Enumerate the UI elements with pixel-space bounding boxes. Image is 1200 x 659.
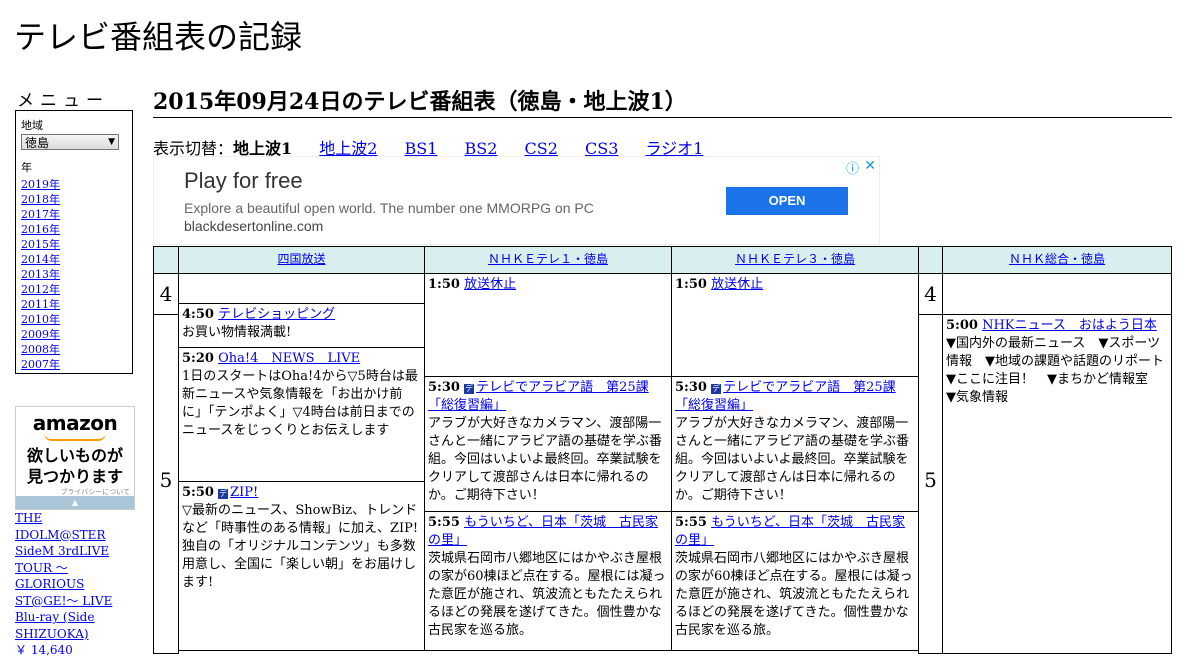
menu-box: 地域 徳島 ▼ 年 2019年 2018年 2017年 2016年 2015年 … — [15, 110, 133, 374]
program-cell-empty — [942, 273, 1172, 315]
program-time: 1:50 — [428, 277, 460, 292]
program-title-link[interactable]: テレビでアラビア語 第25課「総復習編」 — [428, 380, 649, 413]
program-description: 茨城県石岡市八郷地区にはかやぶき屋根の家が60棟ほど点在する。屋根には凝った意匠… — [428, 551, 666, 638]
program-description: アラブが大好きなカメラマン、渡部陽一さんと一緒にアラビア語の基礎を学ぶ番組。今回… — [675, 416, 910, 503]
page-heading: 2015年09月24日のテレビ番組表（徳島・地上波1） — [153, 84, 1172, 118]
product-price: ￥ 14,640 — [15, 643, 73, 657]
program-time: 5:50 — [182, 485, 214, 500]
year-link-2010[interactable]: 2010年 — [21, 313, 60, 326]
channel-link-etele1[interactable]: ＮＨＫＥテレ１・徳島 — [488, 252, 608, 266]
program-title-link[interactable]: 放送休止 — [464, 277, 516, 292]
program-title-link[interactable]: ZIP! — [230, 485, 258, 500]
channel-link-etele3[interactable]: ＮＨＫＥテレ３・徳島 — [735, 252, 855, 266]
data-broadcast-icon: デ — [464, 384, 475, 394]
schedule-grid: 四国放送 ＮＨＫＥテレ１・徳島 ＮＨＫＥテレ３・徳島 ＮＨＫ総合・徳島 4 5 … — [153, 246, 1172, 654]
header-corner-cell-2 — [918, 246, 943, 274]
adchoices-icon[interactable]: ⓘ — [846, 158, 859, 177]
program-cell: 5:20 Oha!4 NEWS LIVE 1日のスタートはOha!4から▽5時台… — [178, 347, 425, 482]
chevron-down-icon: ▼ — [108, 137, 115, 147]
channel-header-4: ＮＨＫ総合・徳島 — [942, 246, 1172, 274]
amazon-ad[interactable]: amazon 欲しいものが 見つかります プライバシーについて ▲ — [15, 406, 135, 510]
program-description: ▽最新のニュース、ShowBiz、トレンドなど「時事性のある情報」に加え、ZIP… — [182, 503, 419, 590]
program-title-link[interactable]: もういちど、日本「茨城 古民家の里」 — [675, 515, 905, 548]
program-time: 5:55 — [675, 515, 707, 530]
banner-ad-open-button[interactable]: OPEN — [726, 187, 848, 215]
banner-ad-description: Explore a beautiful open world. The numb… — [184, 200, 594, 216]
program-cell: 5:50 デ ZIP! ▽最新のニュース、ShowBiz、トレンドなど「時事性のあ… — [178, 481, 425, 651]
program-cell: 5:55 もういちど、日本「茨城 古民家の里」 茨城県石岡市八郷地区にはかやぶき… — [424, 511, 672, 651]
program-cell: 5:30 デテレビでアラビア語 第25課「総復習編」 アラブが大好きなカメラマン… — [671, 376, 919, 512]
channel-link-shikoku[interactable]: 四国放送 — [277, 252, 325, 266]
program-description: お買い物情報満載! — [182, 325, 292, 340]
year-link-2013[interactable]: 2013年 — [21, 268, 60, 281]
year-link-2016[interactable]: 2016年 — [21, 223, 60, 236]
year-link-2012[interactable]: 2012年 — [21, 283, 60, 296]
hour-cell-5: 5 — [153, 314, 179, 654]
amazon-logo: amazon — [32, 411, 118, 435]
product-title[interactable]: THE IDOLM@STER SideM 3rdLIVE TOUR ～GLORI… — [15, 511, 112, 641]
program-cell-empty — [178, 273, 425, 304]
program-cell: 1:50 放送休止 — [671, 273, 919, 377]
channel-link-nhk-sogo[interactable]: ＮＨＫ総合・徳島 — [1009, 252, 1105, 266]
program-description: アラブが大好きなカメラマン、渡部陽一さんと一緒にアラビア語の基礎を学ぶ番組。今回… — [428, 416, 663, 503]
program-cell: 5:30 デテレビでアラビア語 第25課「総復習編」 アラブが大好きなカメラマン… — [424, 376, 672, 512]
year-link-2009[interactable]: 2009年 — [21, 328, 60, 341]
year-link-2014[interactable]: 2014年 — [21, 253, 60, 266]
year-label: 年 — [21, 161, 32, 174]
program-cell: 1:50 放送休止 — [424, 273, 672, 377]
data-broadcast-icon: デ — [711, 384, 722, 394]
year-link-2015[interactable]: 2015年 — [21, 238, 60, 251]
year-link-2018[interactable]: 2018年 — [21, 193, 60, 206]
menu-title: メニュー — [17, 91, 109, 111]
year-link-2007[interactable]: 2007年 — [21, 358, 60, 371]
banner-ad-headline: Play for free — [184, 168, 303, 193]
program-time: 1:50 — [675, 277, 707, 292]
program-title-link[interactable]: Oha!4 NEWS LIVE — [218, 351, 360, 366]
hour-cell-5-right: 5 — [918, 314, 943, 654]
year-link-2017[interactable]: 2017年 — [21, 208, 60, 221]
region-select-value: 徳島 — [25, 135, 50, 150]
banner-ad[interactable]: Play for free Explore a beautiful open w… — [153, 156, 880, 245]
program-title-link[interactable]: 放送休止 — [711, 277, 763, 292]
region-select[interactable]: 徳島 ▼ — [21, 134, 119, 150]
hour-cell-4: 4 — [153, 273, 179, 315]
data-broadcast-icon: デ — [218, 489, 229, 499]
program-cell: 5:55 もういちど、日本「茨城 古民家の里」 茨城県石岡市八郷地区にはかやぶき… — [671, 511, 919, 651]
program-description: 1日のスタートはOha!4から▽5時台は最新ニュースや気象情報を「お出かけ前に」… — [182, 369, 418, 438]
chevron-up-icon[interactable]: ▲ — [16, 496, 134, 509]
hour-cell-4-right: 4 — [918, 273, 943, 315]
program-title-link[interactable]: テレビショッピング — [218, 307, 335, 322]
program-time: 5:00 — [946, 318, 978, 333]
site-title: テレビ番組表の記録 — [14, 18, 303, 56]
program-time: 4:50 — [182, 307, 214, 322]
header-corner-cell — [153, 246, 179, 274]
program-time: 5:30 — [428, 380, 460, 395]
year-link-2019[interactable]: 2019年 — [21, 178, 60, 191]
amazon-tagline-2: 見つかります — [26, 467, 123, 486]
program-title-link[interactable]: もういちど、日本「茨城 古民家の里」 — [428, 515, 658, 548]
close-icon[interactable]: ✕ — [864, 157, 876, 174]
program-time: 5:20 — [182, 351, 214, 366]
amazon-tagline-1: 欲しいものが — [26, 446, 123, 465]
program-description: ▼国内外の最新ニュース ▼スポーツ情報 ▼地域の課題や話題のリポート ▼ここに注… — [946, 336, 1171, 405]
program-time: 5:55 — [428, 515, 460, 530]
program-title-link[interactable]: NHKニュース おはよう日本 — [982, 318, 1157, 333]
channel-header-1: 四国放送 — [178, 246, 425, 274]
program-cell: 5:00 NHKニュース おはよう日本 ▼国内外の最新ニュース ▼スポーツ情報 … — [942, 314, 1172, 654]
region-label: 地域 — [21, 119, 43, 132]
year-link-2008[interactable]: 2008年 — [21, 343, 60, 356]
year-list: 2019年 2018年 2017年 2016年 2015年 2014年 2013… — [21, 177, 127, 372]
program-title-link[interactable]: テレビでアラビア語 第25課「総復習編」 — [675, 380, 896, 413]
channel-header-2: ＮＨＫＥテレ１・徳島 — [424, 246, 672, 274]
program-cell: 4:50 テレビショッピング お買い物情報満載! — [178, 303, 425, 348]
product-link[interactable]: THE IDOLM@STER SideM 3rdLIVE TOUR ～GLORI… — [15, 510, 135, 659]
program-time: 5:30 — [675, 380, 707, 395]
year-link-2011[interactable]: 2011年 — [21, 298, 60, 311]
amazon-tagline: 欲しいものが 見つかります — [16, 445, 134, 487]
program-description: 茨城県石岡市八郷地区にはかやぶき屋根の家が60棟ほど点在する。屋根には凝った意匠… — [675, 551, 913, 638]
banner-ad-domain: blackdesertonline.com — [184, 218, 324, 234]
channel-header-3: ＮＨＫＥテレ３・徳島 — [671, 246, 919, 274]
